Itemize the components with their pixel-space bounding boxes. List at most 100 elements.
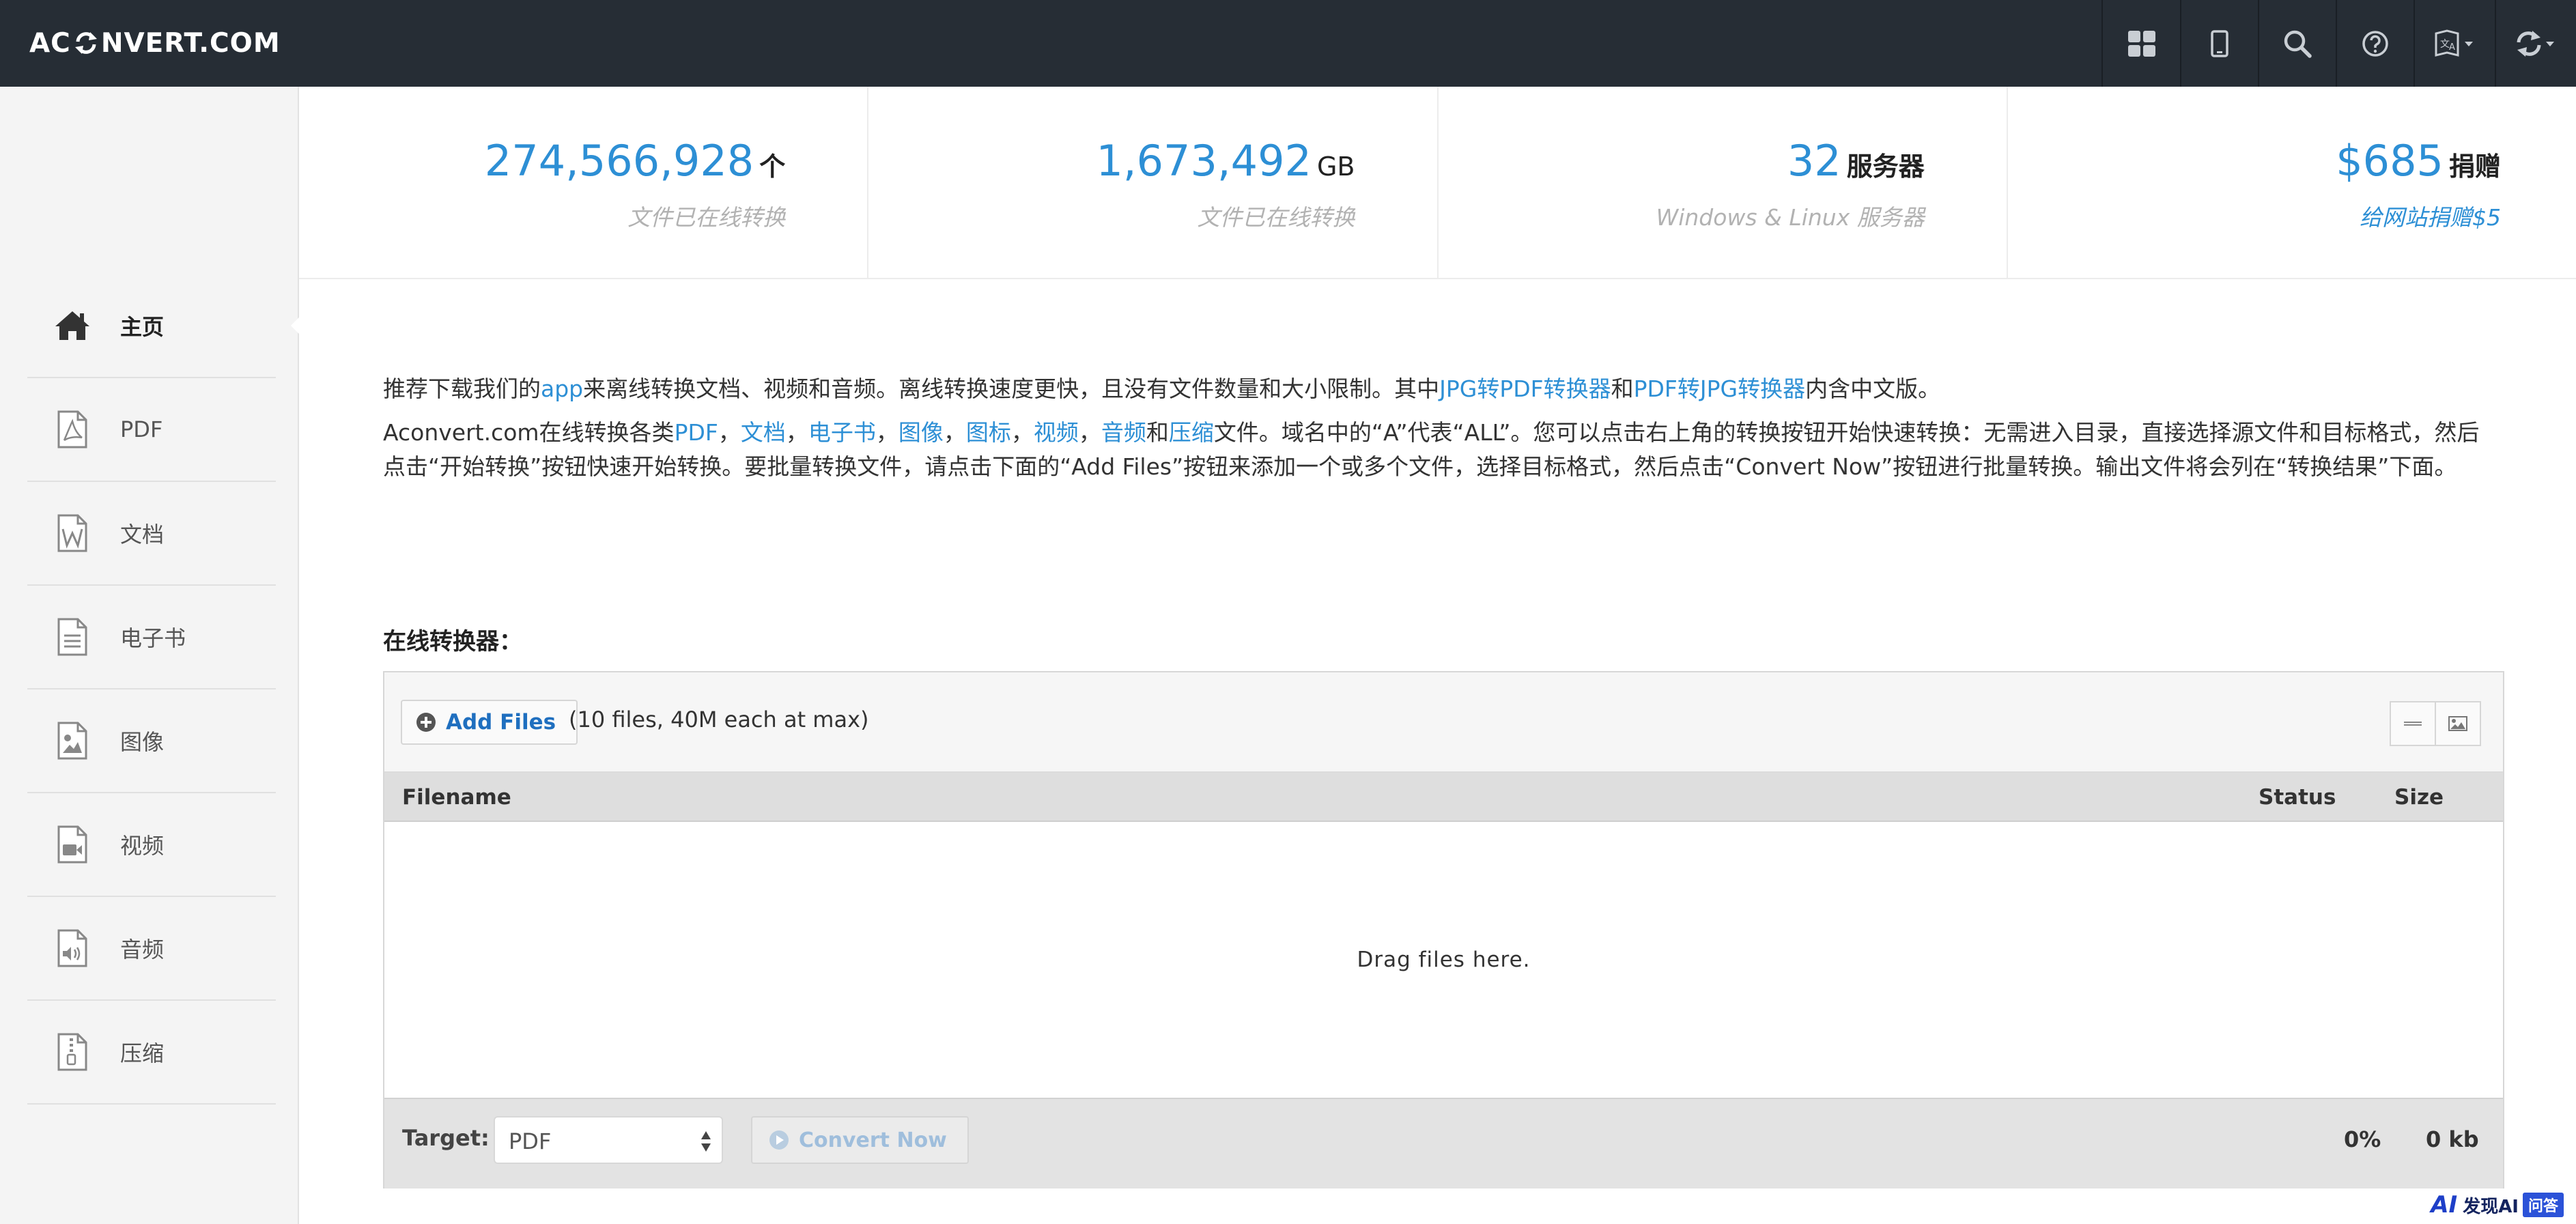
top-navbar: AC NVERT.COM 文 A (0, 0, 2576, 87)
text: 推荐下载我们的 (383, 375, 541, 402)
image-link[interactable]: 图像 (898, 419, 944, 446)
file-table-header: Filename Status Size (384, 773, 2503, 822)
separator: ， (718, 419, 741, 446)
search-icon (2284, 30, 2312, 58)
watermark-text: 发现AI (2463, 1196, 2519, 1217)
stat-unit: 捐赠 (2448, 152, 2501, 182)
text: 内含中文版。 (1805, 375, 1941, 402)
stat-data-converted: 1,673,492 GB 文件已在线转换 (868, 87, 1439, 278)
sidebar-item-label: 音频 (120, 937, 165, 963)
intro-paragraph-2: Aconvert.com在线转换各类PDF，文档，电子书，图像，图标，视频，音频… (383, 416, 2500, 484)
sidebar-item-label: 主页 (120, 314, 165, 340)
file-drop-zone[interactable]: Drag files here. (384, 822, 2503, 1098)
document-link[interactable]: 文档 (741, 419, 786, 446)
archive-link[interactable]: 压缩 (1169, 419, 1214, 446)
sidebar-item-image[interactable]: 图像 (27, 689, 276, 793)
file-limit-text: (10 files, 40M each at max) (569, 707, 869, 732)
ebook-link[interactable]: 电子书 (808, 419, 876, 446)
stat-number: $685 (2336, 136, 2444, 186)
jpg-to-pdf-link[interactable]: JPG转PDF转换器 (1439, 375, 1611, 402)
sidebar-item-label: 视频 (120, 833, 165, 859)
sidebar-item-ebook[interactable]: 电子书 (27, 586, 276, 689)
watermark-logo: AI (2431, 1191, 2458, 1219)
stat-number: 1,673,492 (1096, 136, 1312, 186)
uploader-footer: Target: PDF Convert Now 0% 0 kb (384, 1098, 2503, 1189)
sidebar-item-video[interactable]: 视频 (27, 793, 276, 897)
sidebar-item-label: 压缩 (120, 1040, 165, 1066)
add-files-button[interactable]: Add Files (401, 700, 578, 745)
pdf-to-jpg-link[interactable]: PDF转JPG转换器 (1634, 375, 1806, 402)
pdf-link[interactable]: PDF (675, 419, 718, 446)
language-button[interactable]: 文 A (2414, 0, 2495, 87)
stat-number: 32 (1787, 136, 1841, 186)
sidebar-item-audio[interactable]: 音频 (27, 897, 276, 1001)
list-view-button[interactable] (2390, 701, 2436, 746)
sidebar-item-document[interactable]: 文档 (27, 482, 276, 586)
ebook-file-icon (57, 618, 87, 656)
plus-circle-icon (416, 713, 436, 732)
quick-convert-button[interactable] (2495, 0, 2576, 87)
drop-hint: Drag files here. (1357, 948, 1531, 972)
separator: ， (875, 419, 898, 446)
svg-text:文: 文 (2440, 39, 2450, 50)
stat-servers: 32 服务器 Windows & Linux 服务器 (1439, 87, 2008, 278)
intro-text: 推荐下载我们的app来离线转换文档、视频和音频。离线转换速度更快，且没有文件数量… (383, 372, 2500, 494)
stat-caption: 文件已在线转换 (1197, 204, 1355, 231)
sidebar-item-archive[interactable]: 压缩 (27, 1001, 276, 1105)
search-button[interactable] (2258, 0, 2336, 87)
progress-percent: 0% (2344, 1126, 2381, 1152)
apps-button[interactable] (2101, 0, 2180, 87)
thumbnail-view-icon (2448, 716, 2467, 731)
video-link[interactable]: 视频 (1034, 419, 1079, 446)
donate-link[interactable]: 给网站捐赠$5 (2360, 199, 2501, 232)
convert-circle-icon (769, 1130, 789, 1150)
thumbnail-view-button[interactable] (2436, 701, 2481, 746)
video-file-icon (57, 825, 87, 864)
audio-link[interactable]: 音频 (1101, 419, 1146, 446)
home-icon (55, 311, 89, 340)
convert-now-button[interactable]: Convert Now (751, 1116, 969, 1164)
logo-text-right: NVERT.COM (100, 27, 281, 59)
target-format-select[interactable]: PDF (494, 1116, 723, 1164)
help-icon (2362, 30, 2388, 57)
site-logo[interactable]: AC NVERT.COM (29, 20, 281, 66)
text: 来离线转换文档、视频和音频。离线转换速度更快，且没有文件数量和大小限制。其中 (583, 375, 1440, 402)
stat-unit: 服务器 (1846, 152, 1925, 182)
total-size: 0 kb (2426, 1126, 2479, 1152)
sidebar-item-label: 图像 (120, 729, 165, 755)
separator: ， (1078, 419, 1101, 446)
separator: ， (785, 419, 808, 446)
converter-title: 在线转换器： (383, 628, 522, 655)
separator: ， (943, 419, 966, 446)
image-file-icon (57, 722, 87, 760)
sidebar-item-label: 文档 (120, 522, 165, 547)
language-icon: 文 A (2435, 29, 2473, 57)
app-link[interactable]: app (541, 375, 583, 402)
stat-caption: Windows & Linux 服务器 (1656, 204, 1925, 231)
file-uploader: Add Files (10 files, 40M each at max) Fi… (383, 671, 2504, 1189)
watermark-tag: 问答 (2522, 1193, 2564, 1217)
text: 和 (1611, 375, 1634, 402)
convert-now-label: Convert Now (799, 1128, 947, 1152)
help-button[interactable] (2336, 0, 2414, 87)
watermark-badge: AI 发现AI 问答 (2431, 1191, 2564, 1219)
sidebar-item-label: PDF (120, 416, 163, 442)
stats-bar: 274,566,928 个 文件已在线转换 1,673,492 GB 文件已在线转换… (299, 87, 2576, 279)
stat-number: 274,566,928 (484, 136, 754, 186)
column-size[interactable]: Size (2394, 785, 2444, 810)
sidebar-item-home[interactable]: 主页 (27, 274, 306, 378)
stat-caption: 文件已在线转换 (627, 204, 786, 231)
archive-file-icon (57, 1033, 87, 1071)
stat-donations: $685 捐赠 给网站捐赠$5 (2008, 87, 2576, 278)
icon-link[interactable]: 图标 (966, 419, 1011, 446)
sidebar-item-label: 电子书 (120, 625, 186, 651)
mobile-button[interactable] (2180, 0, 2258, 87)
intro-paragraph-1: 推荐下载我们的app来离线转换文档、视频和音频。离线转换速度更快，且没有文件数量… (383, 372, 2500, 406)
column-status[interactable]: Status (2259, 785, 2336, 810)
grid-icon (2127, 30, 2155, 57)
sidebar-item-pdf[interactable]: PDF (27, 378, 276, 482)
refresh-icon (2517, 30, 2554, 57)
column-filename[interactable]: Filename (402, 785, 511, 810)
text: 和 (1146, 419, 1169, 446)
stat-unit: 个 (759, 152, 786, 182)
